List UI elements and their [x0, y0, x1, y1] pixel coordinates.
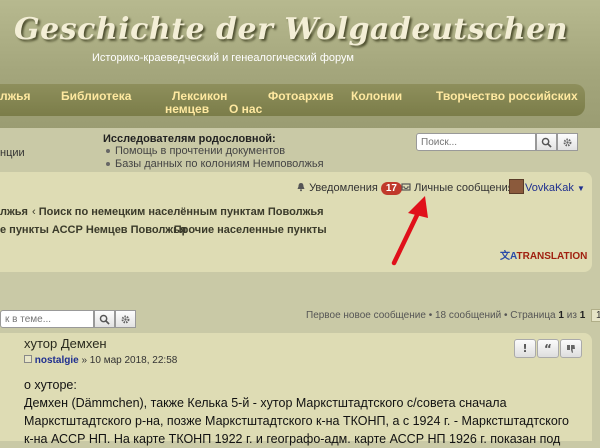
breadcrumb-assr-settlements[interactable]: е пункты АССР Немцев Поволжья: [0, 224, 186, 236]
translate-icon: 文A: [500, 251, 517, 262]
search-input[interactable]: [416, 133, 536, 151]
notifications-label: Уведомления: [309, 182, 378, 194]
search-icon: [99, 314, 110, 325]
breadcrumb-volga[interactable]: лжья: [0, 206, 28, 218]
left-cut-text: нции: [0, 147, 25, 159]
page-1-button[interactable]: 1: [591, 309, 600, 322]
quote-icon: “: [544, 341, 552, 356]
search-icon: [541, 137, 552, 148]
nav-item-lexicon-line2[interactable]: немцев: [165, 102, 209, 116]
private-messages-label: Личные сообщения: [414, 182, 514, 194]
inbox-icon: [401, 183, 411, 191]
nav-item-colonies[interactable]: Колонии: [351, 89, 402, 103]
first-unread-link[interactable]: Первое новое сообщение: [306, 310, 426, 321]
topic-search-button[interactable]: [94, 310, 115, 328]
post-icon: [24, 355, 32, 363]
header-search: [416, 133, 582, 153]
message-count: 18 сообщений: [434, 310, 502, 321]
translation-link[interactable]: 文ATRANSLATION: [500, 247, 587, 262]
post-line: к-на АССР НП. На карте ТКОНП 1922 г. и г…: [24, 432, 561, 446]
thumb-down-icon: [567, 344, 575, 353]
notifications-button[interactable]: Уведомления 17: [296, 182, 402, 195]
search-button[interactable]: [536, 133, 557, 151]
nav-item-volga[interactable]: лжья: [0, 89, 31, 103]
gear-icon: [121, 315, 130, 323]
post-author[interactable]: nostalgie: [35, 355, 79, 366]
breadcrumb-separator-icon: ‹: [167, 224, 174, 236]
topic-advanced-search-button[interactable]: [115, 310, 136, 328]
gear-icon: [563, 138, 572, 146]
research-title: Исследователям родословной:: [103, 133, 276, 145]
warning-icon: !: [522, 342, 528, 355]
post-body: о хуторе: Демхен (Dämmchen), также Кельк…: [24, 376, 584, 448]
research-link-documents[interactable]: Помощь в прочтении документов: [106, 145, 285, 157]
nav-item-about[interactable]: О нас: [229, 102, 262, 116]
post-meta: nostalgie » 10 мар 2018, 22:58: [24, 355, 177, 366]
topic-search: [0, 310, 140, 328]
topic-search-input[interactable]: [0, 310, 94, 328]
private-messages-button[interactable]: Личные сообщения: [401, 182, 514, 194]
nav-item-creativity[interactable]: Творчество российских: [436, 89, 578, 103]
chevron-down-icon: ▼: [576, 184, 585, 193]
breadcrumb-search-settlements[interactable]: ‹ Поиск по немецким населённым пунктам П…: [32, 206, 324, 218]
notifications-count-badge: 17: [380, 182, 402, 195]
quote-button[interactable]: “: [537, 339, 559, 358]
page-of: из: [566, 310, 577, 321]
bullet-icon: [106, 149, 110, 154]
advanced-search-button[interactable]: [557, 133, 578, 151]
site-title[interactable]: Geschichte der Wolgadeutschen: [14, 12, 568, 47]
post-line: Демхен (Dämmchen), также Келька 5-й - ху…: [24, 396, 507, 410]
page-current: 1: [558, 310, 564, 321]
site-subtitle: Историко-краеведческий и генеалогический…: [92, 52, 354, 64]
username-menu[interactable]: VovkaKak ▼: [525, 182, 585, 194]
page-total: 1: [579, 310, 586, 321]
bullet-icon: [106, 162, 110, 167]
breadcrumb-other-settlements[interactable]: ‹ Прочие населенные пункты: [167, 224, 327, 236]
page-label: Страница: [510, 310, 556, 321]
post-title[interactable]: хутор Демхен: [24, 336, 107, 351]
post-line: о хуторе:: [24, 378, 77, 392]
nav-item-library[interactable]: Библиотека: [61, 89, 131, 103]
post-line: Маркстштадтского р-на, позже Маркстштадт…: [24, 414, 570, 428]
nav-item-photoarchive[interactable]: Фотоархив: [268, 89, 334, 103]
username-label: VovkaKak: [525, 182, 574, 194]
research-link-databases[interactable]: Базы данных по колониям Немповолжья: [106, 158, 324, 170]
bell-icon: [297, 183, 305, 192]
report-button[interactable]: !: [514, 339, 536, 358]
breadcrumb-separator-icon: ‹: [32, 206, 39, 218]
pagination-bar: Первое новое сообщение • 18 сообщений • …: [306, 309, 600, 322]
post-date: » 10 мар 2018, 22:58: [81, 355, 178, 366]
nav-item-lexicon[interactable]: Лексикон: [172, 89, 227, 103]
avatar[interactable]: [509, 179, 524, 194]
thanks-button[interactable]: [560, 339, 582, 358]
nav-item-lexicon-line1: Лексикон: [172, 89, 228, 103]
